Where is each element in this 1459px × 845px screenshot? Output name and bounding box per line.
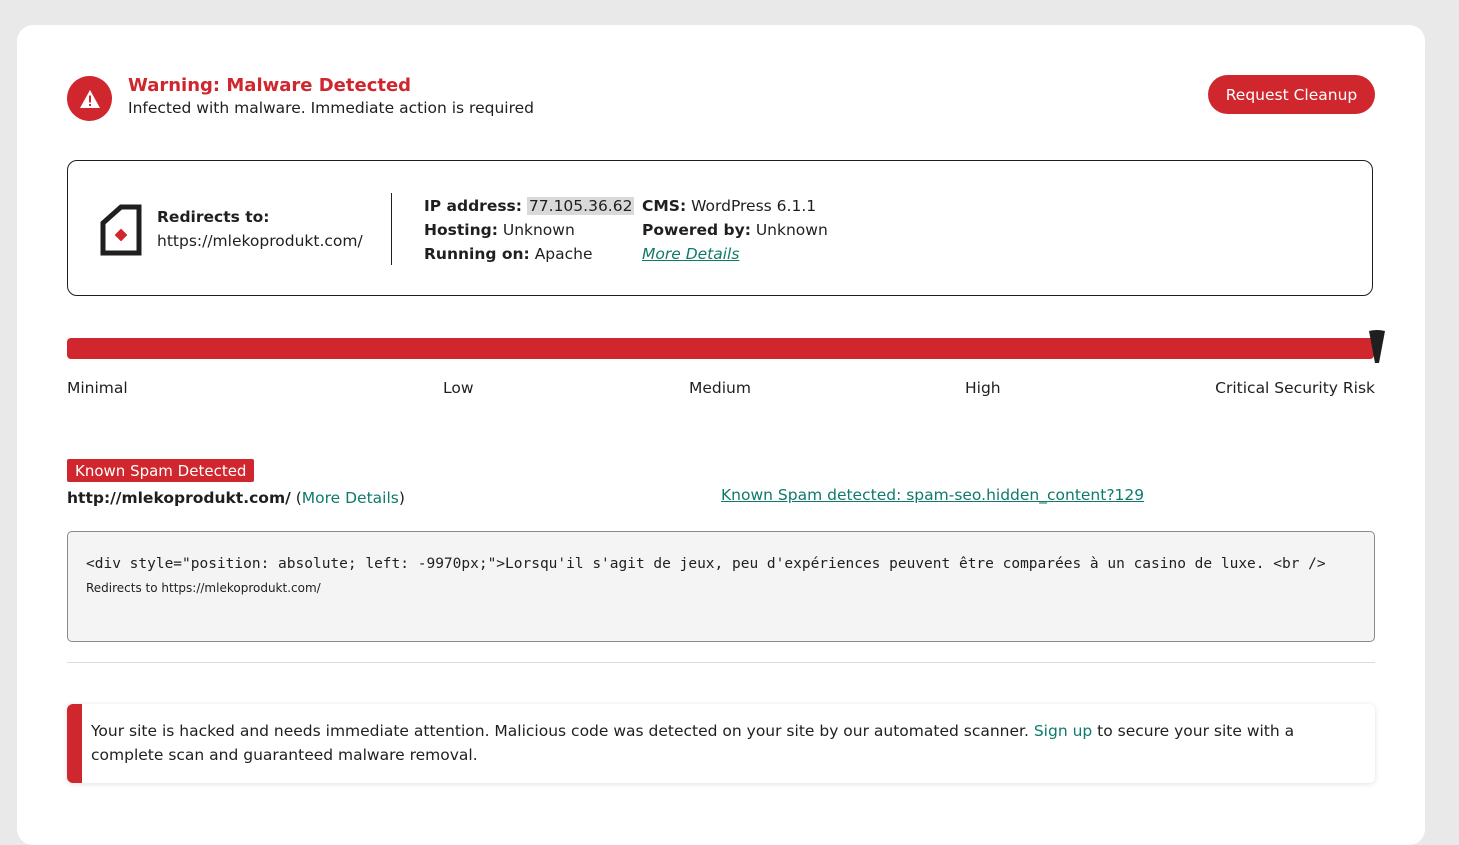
info-divider [391, 193, 392, 265]
risk-label-medium: Medium [689, 379, 751, 397]
ip-label: IP address: [424, 197, 522, 215]
malware-code-box: <div style="position: absolute; left: -9… [67, 531, 1375, 642]
cms-row: CMS: WordPress 6.1.1 [642, 194, 828, 218]
request-cleanup-button[interactable]: Request Cleanup [1208, 75, 1375, 114]
scan-result-card: Warning: Malware Detected Infected with … [17, 25, 1425, 845]
risk-level-bar [67, 338, 1374, 359]
risk-label-high: High [965, 379, 1001, 397]
powered-label: Powered by: [642, 221, 751, 239]
hosting-label: Hosting: [424, 221, 498, 239]
running-row: Running on: Apache [424, 242, 634, 266]
cms-info-column: CMS: WordPress 6.1.1 Powered by: Unknown… [642, 194, 828, 266]
alert-text-before: Your site is hacked and needs immediate … [91, 722, 1034, 740]
code-redirect-note: Redirects to https://mlekoprodukt.com/ [86, 581, 321, 595]
spam-more-details-link[interactable]: More Details [302, 489, 399, 507]
risk-pointer-icon [1368, 330, 1386, 368]
risk-label-critical: Critical Security Risk [1215, 379, 1375, 397]
warning-title: Warning: Malware Detected [128, 75, 412, 96]
spam-url-line: http://mlekoprodukt.com/ (More Details) [67, 489, 405, 507]
spam-signature-link[interactable]: Known Spam detected: spam-seo.hidden_con… [721, 486, 1144, 504]
paren-open: ( [290, 489, 302, 507]
running-label: Running on: [424, 245, 530, 263]
hacked-alert: Your site is hacked and needs immediate … [67, 704, 1375, 783]
site-icon [100, 204, 142, 260]
cms-value: WordPress 6.1.1 [691, 197, 817, 215]
section-divider [67, 662, 1375, 663]
ip-value: 77.105.36.62 [526, 197, 635, 215]
site-info-panel: Redirects to: https://mlekoprodukt.com/ … [67, 160, 1373, 296]
warning-icon [67, 76, 112, 121]
redirects-url: https://mlekoprodukt.com/ [157, 232, 363, 250]
running-value: Apache [534, 245, 593, 263]
ip-row: IP address: 77.105.36.62 [424, 194, 635, 218]
signup-link[interactable]: Sign up [1034, 722, 1092, 740]
server-info-column: IP address: 77.105.36.62 Hosting: Unknow… [424, 194, 635, 266]
powered-row: Powered by: Unknown [642, 218, 828, 242]
more-details-link[interactable]: More Details [642, 245, 739, 263]
cms-label: CMS: [642, 197, 687, 215]
alert-stripe [67, 704, 82, 783]
hosting-row: Hosting: Unknown [424, 218, 634, 242]
spam-badge: Known Spam Detected [67, 459, 255, 482]
powered-value: Unknown [755, 221, 828, 239]
hosting-value: Unknown [502, 221, 575, 239]
spam-url: http://mlekoprodukt.com/ [67, 489, 291, 507]
risk-label-low: Low [443, 379, 474, 397]
alert-text: Your site is hacked and needs immediate … [91, 719, 1361, 767]
redirects-label: Redirects to: [157, 208, 270, 226]
paren-close: ) [398, 489, 405, 507]
warning-subtitle: Infected with malware. Immediate action … [128, 99, 534, 117]
risk-label-minimal: Minimal [67, 379, 128, 397]
malware-code: <div style="position: absolute; left: -9… [86, 556, 1326, 572]
